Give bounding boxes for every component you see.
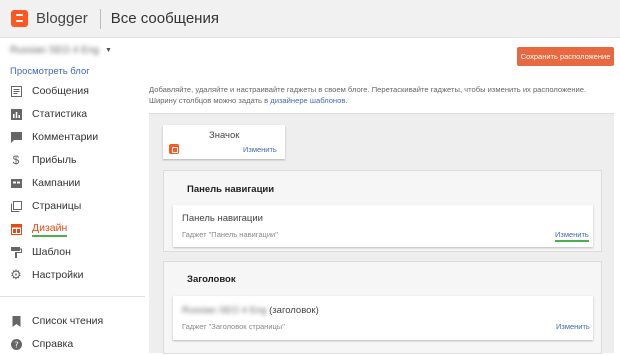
header-gadget-title-suffix: (заголовок) — [269, 305, 319, 316]
caret-down-icon: ▼ — [104, 47, 112, 54]
sidebar-item-label: Шаблон — [32, 246, 71, 258]
header-edit-link[interactable]: Изменить — [556, 322, 590, 331]
sidebar-item-label: Дизайн — [32, 222, 68, 237]
sidebar-item-pages[interactable]: Страницы — [0, 195, 145, 217]
sidebar-item-label: Список чтения — [32, 315, 104, 327]
navbar-gadget[interactable]: Панель навигации Гаджет "Панель навигаци… — [173, 205, 593, 247]
sidebar-item-reading-list[interactable]: Список чтения — [0, 310, 145, 332]
help-icon: ? — [10, 338, 22, 350]
sidebar-item-earnings[interactable]: $ Прибыль — [0, 149, 145, 171]
header-gadget-subtitle: Гаджет "Заголовок страницы" — [182, 322, 285, 331]
sidebar-item-layout[interactable]: Дизайн — [0, 218, 145, 240]
header-section: Заголовок Russian SEO 4 Eng (заголовок) … — [163, 261, 602, 354]
blogger-logo-icon[interactable] — [11, 10, 28, 27]
favicon-gadget-title: Значок — [209, 130, 240, 141]
sidebar-divider — [0, 296, 145, 297]
sidebar-item-label: Настройки — [32, 269, 84, 281]
section-title: Все сообщения — [110, 10, 219, 27]
header-gadget[interactable]: Russian SEO 4 Eng (заголовок) Гаджет "За… — [173, 296, 593, 340]
sidebar-item-label: Страницы — [32, 200, 82, 212]
sidebar-item-stats[interactable]: Статистика — [0, 103, 145, 125]
sidebar-item-label: Справка — [32, 338, 74, 350]
posts-icon — [10, 85, 22, 97]
blog-name: Russian SEO 4 Eng — [10, 45, 99, 56]
stats-icon — [10, 108, 22, 120]
layout-icon — [10, 223, 22, 235]
dollar-icon: $ — [12, 153, 20, 167]
gear-icon: ⚙ — [10, 267, 22, 282]
sidebar-item-label: Сообщения — [32, 85, 89, 97]
favicon-gadget[interactable]: Значок Изменить — [163, 125, 285, 159]
sidebar-item-settings[interactable]: ⚙ Настройки — [0, 264, 145, 286]
description-text: Добавляйте, удаляйте и настраивайте гадж… — [149, 85, 587, 105]
brand-name[interactable]: Blogger — [36, 10, 88, 27]
navbar-gadget-title: Панель навигации — [182, 213, 263, 224]
view-blog-link[interactable]: Просмотреть блог — [10, 66, 90, 77]
blog-selector[interactable]: Russian SEO 4 Eng ▼ — [10, 45, 112, 56]
sidebar-item-campaigns[interactable]: Кампании — [0, 172, 145, 194]
favicon-edit-link[interactable]: Изменить — [243, 145, 277, 154]
header-gadget-title: Russian SEO 4 Eng (заголовок) — [182, 305, 319, 316]
layout-description: Добавляйте, удаляйте и настраивайте гадж… — [149, 84, 614, 106]
header-gadget-blog-name: Russian SEO 4 Eng — [182, 305, 267, 316]
bookmark-icon — [10, 315, 22, 327]
comments-icon — [10, 131, 22, 143]
top-bar: Blogger Все сообщения — [0, 0, 620, 38]
description-end: . — [345, 96, 348, 105]
template-designer-link[interactable]: дизайнере шаблонов — [270, 96, 345, 105]
theme-icon — [10, 246, 22, 258]
navbar-section-header: Панель навигации — [187, 184, 275, 195]
sidebar-item-posts[interactable]: Сообщения — [0, 80, 145, 102]
header-divider — [99, 8, 101, 29]
sidebar-item-theme[interactable]: Шаблон — [0, 241, 145, 263]
layout-canvas: Значок Изменить Панель навигации Панель … — [149, 113, 614, 354]
navbar-section: Панель навигации Панель навигации Гаджет… — [163, 170, 602, 252]
navbar-edit-link[interactable]: Изменить — [555, 230, 589, 242]
save-layout-button[interactable]: Сохранить расположение — [517, 47, 614, 66]
sidebar-item-help[interactable]: ? Справка — [0, 333, 145, 355]
svg-text:?: ? — [14, 340, 18, 349]
sidebar-item-label: Комментарии — [32, 131, 99, 143]
navbar-gadget-subtitle: Гаджет "Панель навигации" — [182, 230, 278, 239]
header-section-header: Заголовок — [187, 274, 236, 285]
sidebar-item-label: Статистика — [32, 108, 88, 120]
sidebar-item-label: Кампании — [32, 177, 81, 189]
blogger-favicon-icon — [169, 144, 179, 154]
sidebar-item-comments[interactable]: Комментарии — [0, 126, 145, 148]
campaigns-icon — [10, 177, 22, 189]
sidebar-item-label: Прибыль — [32, 154, 77, 166]
pages-icon — [10, 200, 22, 212]
